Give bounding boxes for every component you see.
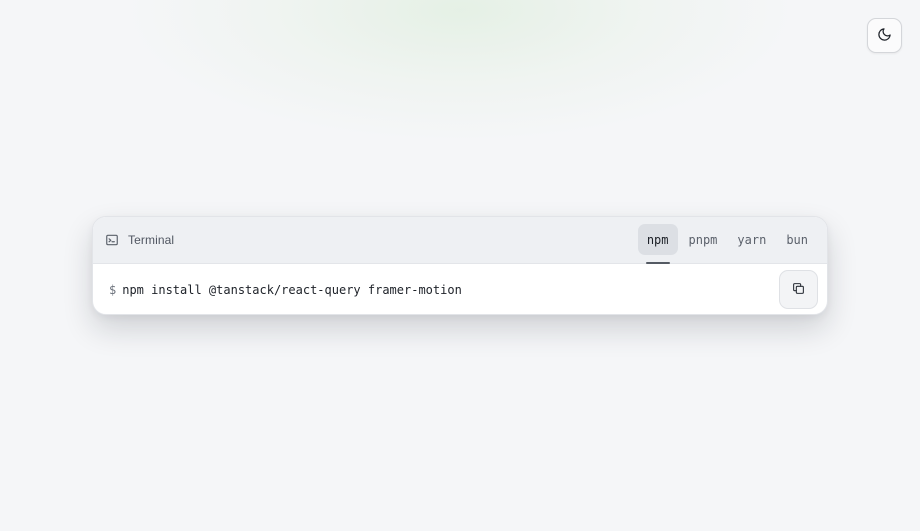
copy-icon [792, 282, 805, 298]
tab-bun[interactable]: bun [777, 224, 817, 255]
terminal-header: Terminal npm pnpm yarn bun [93, 217, 827, 264]
background-glow [130, 0, 790, 140]
terminal-body: $ npm install @tanstack/react-query fram… [93, 264, 827, 314]
prompt-symbol: $ [109, 282, 117, 297]
terminal-window: Terminal npm pnpm yarn bun $ npm install… [92, 216, 828, 315]
moon-icon [877, 27, 892, 45]
theme-toggle-button[interactable] [867, 18, 902, 53]
terminal-icon [105, 233, 119, 247]
install-command: npm install @tanstack/react-query framer… [122, 282, 462, 297]
terminal-title: Terminal [128, 233, 175, 247]
tab-pnpm[interactable]: pnpm [680, 224, 727, 255]
package-manager-tabs: npm pnpm yarn bun [637, 224, 817, 264]
copy-button[interactable] [779, 270, 818, 309]
tab-yarn[interactable]: yarn [728, 224, 775, 255]
tab-npm[interactable]: npm [637, 224, 678, 264]
